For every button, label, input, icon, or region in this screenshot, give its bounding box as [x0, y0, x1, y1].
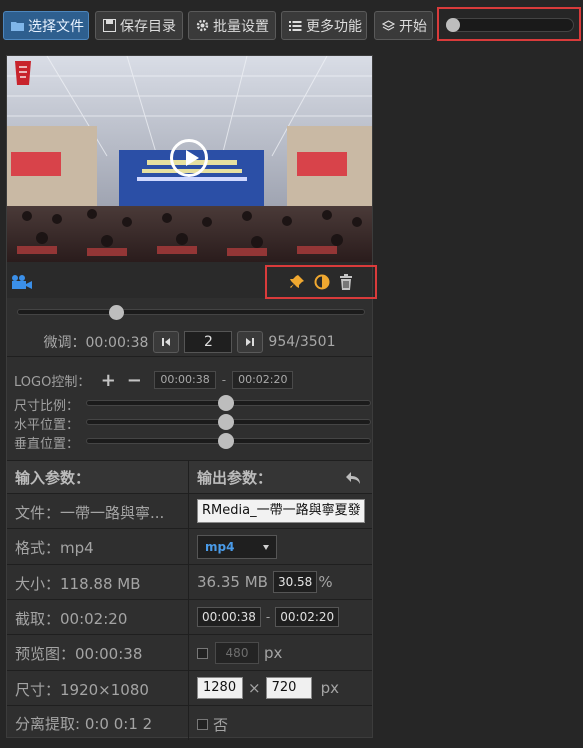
- frame-number-input[interactable]: 2: [184, 331, 233, 353]
- logo-start-time[interactable]: 00:00:38: [154, 371, 216, 389]
- select-file-button[interactable]: 选择文件: [3, 11, 89, 40]
- cut-start-input[interactable]: 00:00:38: [197, 607, 261, 627]
- gear-icon: [196, 19, 209, 32]
- percent-input[interactable]: 30.58: [272, 571, 318, 593]
- logo-control-label: LOGO控制：: [14, 374, 91, 390]
- output-height-input[interactable]: 720: [265, 677, 312, 699]
- file-label: 文件：一帶一路與寧...: [15, 504, 165, 522]
- seek-track[interactable]: [17, 309, 365, 315]
- size-row: 大小：118.88 MB 36.35 MB 30.58 %: [7, 564, 372, 600]
- step-back-icon: [162, 338, 171, 346]
- folder-icon: [11, 21, 24, 31]
- dimension-row: 尺寸：1920×1080 1280 × 720 px: [7, 670, 372, 706]
- logo-hpos-knob[interactable]: [218, 414, 234, 430]
- toolbar-slider-highlight: [437, 7, 581, 41]
- logo-hpos-row: 水平位置：: [14, 414, 371, 433]
- preview-width-input[interactable]: 480: [215, 642, 259, 664]
- preview-checkbox[interactable]: [197, 647, 208, 659]
- next-frame-button[interactable]: [237, 331, 264, 353]
- output-params-header: 输出参数：: [197, 469, 273, 487]
- list-icon: [289, 20, 302, 31]
- batch-settings-button[interactable]: 批量设置: [188, 11, 276, 40]
- cut-label: 截取：00:02:20: [15, 610, 128, 628]
- step-forward-icon: [246, 338, 255, 346]
- logo-control-row: LOGO控制： + − 00:00:38 - 00:02:20: [14, 370, 294, 391]
- trash-icon[interactable]: [339, 274, 353, 290]
- output-width-input[interactable]: 1280: [197, 677, 243, 699]
- logo-scale-row: 尺寸比例：: [14, 395, 371, 414]
- format-label: 格式：mp4: [15, 539, 94, 557]
- logo-scale-label: 尺寸比例：: [14, 399, 80, 414]
- contrast-icon[interactable]: [314, 274, 330, 290]
- separate-checkbox[interactable]: [197, 719, 208, 730]
- file-row: 文件：一帶一路與寧... RMedia_一帶一路與寧夏發: [7, 493, 372, 529]
- video-action-bar: [7, 262, 377, 299]
- preview-label: 预览图：00:00:38: [15, 645, 143, 663]
- video-item-panel: 微调：00:00:38 2 954/3501 LOGO控制： + − 00:00…: [6, 55, 377, 740]
- format-row: 格式：mp4 mp4: [7, 528, 372, 565]
- frame-count: 954/3501: [268, 334, 336, 350]
- play-icon[interactable]: [170, 139, 208, 177]
- fine-tune-label: 微调：00:00:38: [43, 335, 149, 351]
- logo-vpos-knob[interactable]: [218, 433, 234, 449]
- params-header-row: 输入参数： 输出参数：: [7, 460, 372, 494]
- separate-no-label: 否: [213, 716, 229, 734]
- output-filename-input[interactable]: RMedia_一帶一路與寧夏發: [197, 499, 365, 523]
- dimension-label: 尺寸：1920×1080: [15, 681, 149, 699]
- times-sign: ×: [248, 679, 261, 697]
- logo-time-dash: -: [221, 373, 227, 387]
- separate-label: 分离提取: 0:0 0:1 2: [15, 715, 153, 733]
- logo-hpos-label: 水平位置：: [14, 418, 80, 433]
- cut-dash: -: [265, 610, 271, 624]
- prev-frame-button[interactable]: [153, 331, 180, 353]
- output-size: 36.35 MB: [197, 573, 268, 591]
- separate-row: 分离提取: 0:0 0:1 2 否: [7, 705, 372, 740]
- more-functions-button[interactable]: 更多功能: [281, 11, 367, 40]
- layers-icon: [382, 19, 395, 31]
- undo-icon[interactable]: [345, 471, 361, 485]
- cut-end-input[interactable]: 00:02:20: [275, 607, 340, 627]
- video-camera-icon[interactable]: [11, 274, 33, 289]
- fine-tune-row: 微调：00:00:38 2 954/3501: [7, 330, 372, 354]
- start-button[interactable]: 开始: [374, 11, 433, 40]
- pin-icon[interactable]: [289, 274, 305, 290]
- video-preview[interactable]: [7, 56, 372, 262]
- logo-scale-knob[interactable]: [218, 395, 234, 411]
- dimension-px-unit: px: [320, 679, 339, 697]
- input-params-header: 输入参数：: [15, 469, 91, 487]
- remove-logo-button[interactable]: −: [126, 370, 142, 391]
- logo-vpos-label: 垂直位置：: [14, 437, 80, 452]
- preview-px-unit: px: [264, 644, 283, 662]
- toolbar-progress-track[interactable]: [446, 18, 574, 32]
- seek-knob[interactable]: [109, 305, 124, 320]
- percent-sign: %: [318, 573, 333, 591]
- logo-vpos-row: 垂直位置：: [14, 433, 371, 452]
- add-logo-button[interactable]: +: [100, 370, 116, 391]
- action-icons-highlight: [265, 265, 377, 299]
- save-directory-button[interactable]: 保存目录: [95, 11, 183, 40]
- toolbar: 选择文件 保存目录 批量设置 更多功能 开始: [0, 0, 583, 50]
- size-label: 大小：118.88 MB: [15, 575, 141, 593]
- output-format-select[interactable]: mp4: [197, 535, 277, 559]
- preview-row: 预览图：00:00:38 480 px: [7, 634, 372, 671]
- toolbar-progress-knob[interactable]: [446, 18, 460, 32]
- save-icon: [103, 19, 116, 32]
- divider: [7, 356, 372, 357]
- cut-row: 截取：00:02:20 00:00:38 - 00:02:20: [7, 599, 372, 635]
- seal-logo: [15, 61, 31, 85]
- logo-end-time[interactable]: 00:02:20: [232, 371, 294, 389]
